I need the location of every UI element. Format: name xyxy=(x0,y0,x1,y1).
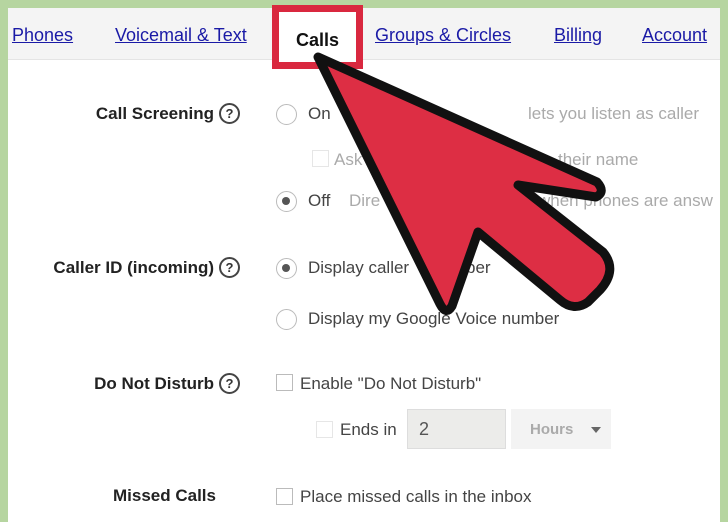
pointer-arrow-icon xyxy=(313,52,615,315)
